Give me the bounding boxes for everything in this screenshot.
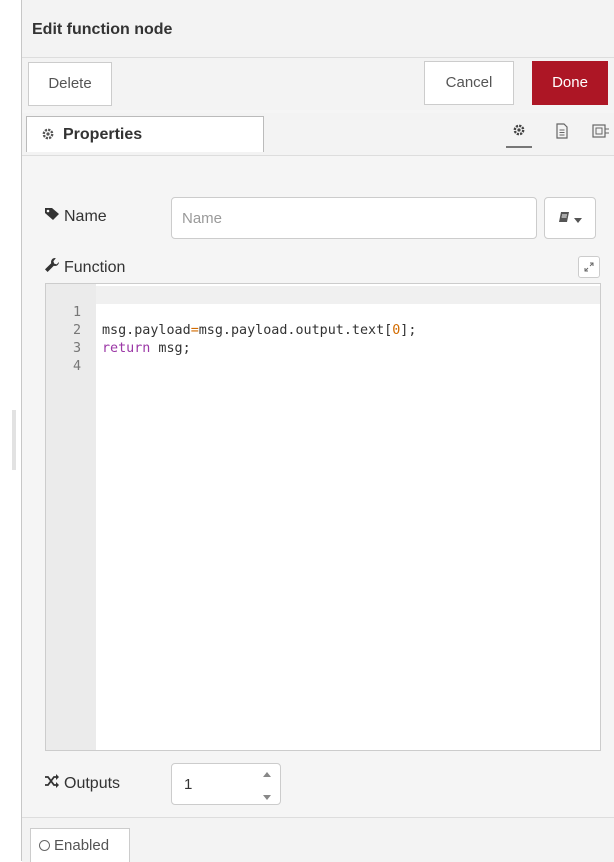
appearance-icon <box>592 123 610 143</box>
tab-appearance[interactable] <box>588 118 614 148</box>
gear-icon <box>512 123 526 141</box>
code-editor[interactable]: 1 msg.payload=msg.payload.output.text[0]… <box>45 283 601 751</box>
spinner-down-icon[interactable] <box>263 787 271 804</box>
cancel-button[interactable]: Cancel <box>424 61 514 105</box>
node-name-dropdown[interactable] <box>544 197 596 239</box>
outputs-label: Outputs <box>64 774 121 792</box>
dialog-title: Edit function node <box>32 21 173 38</box>
expand-editor-button[interactable] <box>578 256 600 278</box>
tab-properties[interactable]: Properties <box>26 116 264 152</box>
tabs-bar: Properties <box>22 113 614 156</box>
gear-icon <box>41 127 55 145</box>
tab-properties-label: Properties <box>63 126 143 143</box>
tray-toolbar: Delete Cancel Done <box>22 58 614 110</box>
code-line: 4 <box>46 340 600 374</box>
expand-icon <box>584 259 594 276</box>
shuffle-icon <box>44 774 64 793</box>
outputs-label-row: Outputs <box>44 774 120 793</box>
name-input[interactable] <box>171 197 537 239</box>
line-number: 4 <box>72 359 81 374</box>
tag-icon <box>44 207 64 226</box>
code-line: 2 return msg; <box>46 304 600 356</box>
circle-icon <box>39 840 50 851</box>
function-label-row: Function <box>44 257 125 278</box>
caret-down-icon <box>574 210 582 227</box>
outputs-spinner[interactable]: 1 <box>171 763 281 805</box>
tray-header: Edit function node <box>22 0 614 58</box>
document-icon <box>555 123 569 143</box>
tab-settings[interactable] <box>506 118 532 148</box>
code-line: 1 msg.payload=msg.payload.output.text[0]… <box>46 286 600 338</box>
function-label: Function <box>64 258 126 276</box>
enabled-label: Enabled <box>54 837 110 854</box>
workspace-edge <box>0 0 22 861</box>
tab-description[interactable] <box>549 118 575 148</box>
spinner-buttons <box>254 764 280 804</box>
enabled-toggle[interactable]: Enabled <box>30 828 130 862</box>
name-label-row: Name <box>44 207 107 226</box>
outputs-value: 1 <box>184 776 193 793</box>
book-icon <box>558 210 570 227</box>
code-line: 3 <box>46 322 600 356</box>
name-label: Name <box>64 207 107 225</box>
done-button[interactable]: Done <box>532 61 608 105</box>
spinner-up-icon[interactable] <box>263 764 271 781</box>
tray-resize-handle[interactable] <box>12 410 16 470</box>
wrench-icon <box>44 257 64 278</box>
delete-button[interactable]: Delete <box>28 62 112 106</box>
tray-footer: Enabled <box>22 817 614 862</box>
